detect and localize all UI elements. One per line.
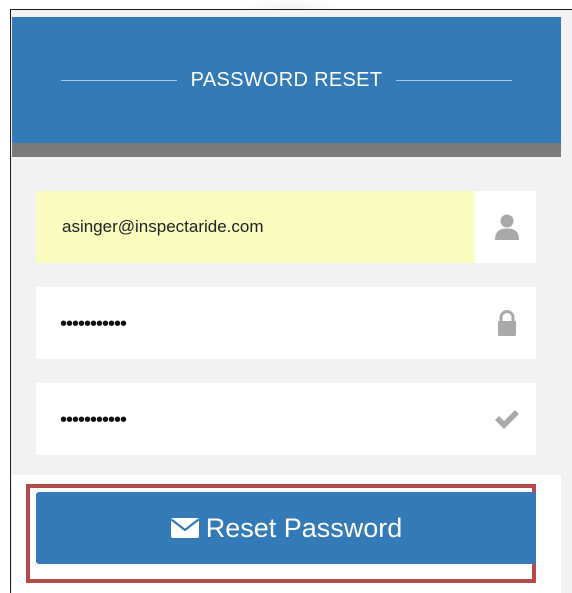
- card-header: PASSWORD RESET: [12, 17, 561, 143]
- header-bottom-strip: [12, 143, 561, 157]
- header-divider-right: [396, 79, 513, 81]
- lock-icon: [492, 309, 522, 337]
- email-value[interactable]: asinger@inspectaride.com: [62, 191, 264, 263]
- reset-password-button[interactable]: Reset Password: [36, 492, 536, 564]
- page-title: PASSWORD RESET: [190, 68, 383, 91]
- email-field[interactable]: asinger@inspectaride.com: [36, 191, 536, 263]
- new-password-field[interactable]: •••••••••••: [36, 287, 536, 359]
- new-password-value[interactable]: •••••••••••: [60, 287, 127, 359]
- checkmark-icon: [492, 405, 522, 433]
- envelope-icon: [170, 518, 199, 538]
- confirm-password-field[interactable]: •••••••••••: [36, 383, 536, 455]
- screenshot-stage: PASSWORD RESET asinger@inspectaride.com …: [0, 0, 572, 593]
- header-divider-left: [60, 79, 177, 81]
- confirm-password-value[interactable]: •••••••••••: [60, 383, 127, 455]
- reset-password-label: Reset Password: [205, 512, 403, 543]
- user-icon: [492, 213, 522, 241]
